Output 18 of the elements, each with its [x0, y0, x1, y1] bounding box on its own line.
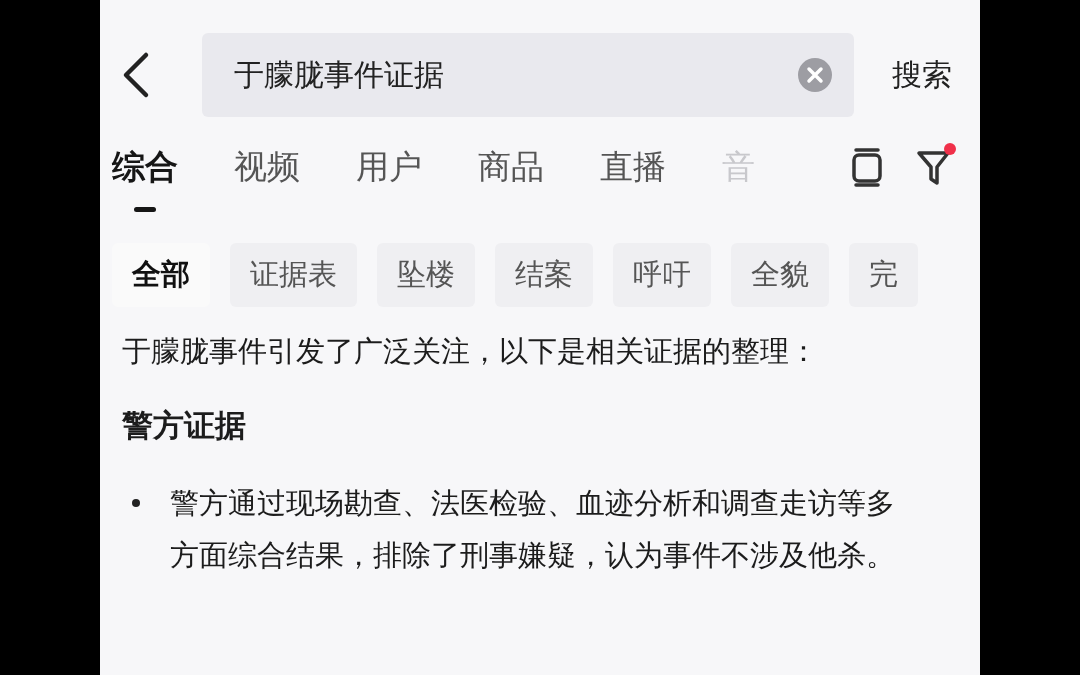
tab[interactable]: 综合 [112, 145, 178, 216]
filter-chip[interactable]: 完 [849, 243, 918, 307]
tab[interactable]: 商品 [478, 145, 544, 216]
filter-chip[interactable]: 全貌 [731, 243, 829, 307]
filter-chip[interactable]: 坠楼 [377, 243, 475, 307]
search-button[interactable]: 搜索 [892, 54, 952, 96]
tab[interactable]: 用户 [356, 145, 422, 216]
filter-chip[interactable]: 呼吁 [613, 243, 711, 307]
intro-text: 于朦胧事件引发了广泛关注，以下是相关证据的整理： [122, 333, 819, 370]
tab[interactable]: 直播 [600, 145, 666, 216]
bullet-text: 警方通过现场勘查、法医检验、血迹分析和调查走访等多方面综合结果，排除了刑事嫌疑，认为事件不涉及他杀。 [170, 485, 896, 574]
bullet-icon [132, 499, 140, 507]
filter-chip[interactable]: 证据表 [230, 243, 357, 307]
tab[interactable]: 视频 [234, 145, 300, 216]
search-field[interactable]: 于朦胧事件证据 [202, 33, 854, 117]
clear-icon[interactable] [798, 58, 832, 92]
filter-chip[interactable]: 结案 [495, 243, 593, 307]
section-heading: 警方证据 [122, 406, 247, 445]
